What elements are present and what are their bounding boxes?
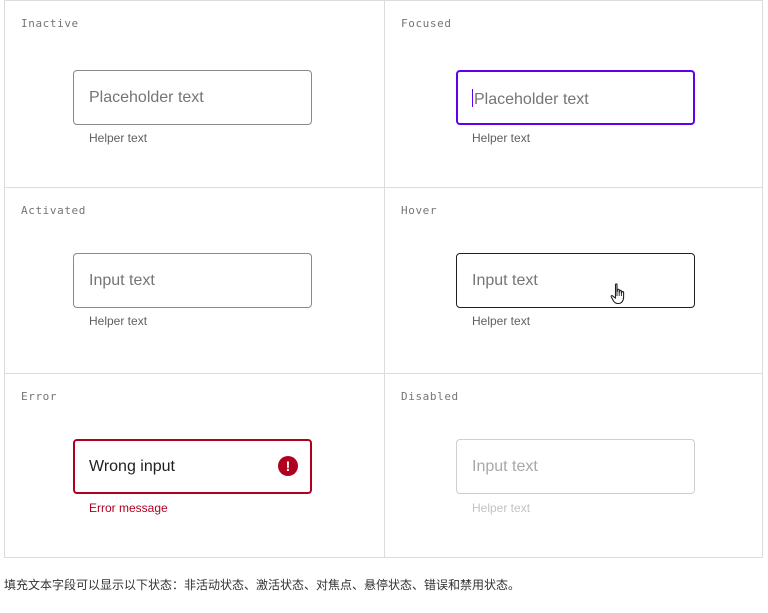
helper-text-hover: Helper text — [472, 314, 531, 328]
helper-text-activated: Helper text — [89, 314, 148, 328]
cell-inactive: Inactive Placeholder text Helper text — [5, 1, 384, 187]
state-label-error: Error — [21, 390, 58, 403]
text-field-inactive[interactable]: Placeholder text — [73, 70, 312, 125]
field-input-text: Input text — [89, 272, 155, 289]
cell-error: Error Wrong input ! Error message — [5, 374, 384, 558]
field-placeholder: Placeholder text — [89, 89, 204, 106]
text-field-error[interactable]: Wrong input ! — [73, 439, 312, 494]
state-label-activated: Activated — [21, 204, 87, 217]
cell-activated: Activated Input text Helper text — [5, 188, 384, 373]
field-input-text: Wrong input — [89, 458, 175, 475]
field-input-text: Input text — [472, 458, 538, 475]
helper-text-inactive: Helper text — [89, 131, 148, 145]
state-label-focused: Focused — [401, 17, 452, 30]
error-icon: ! — [278, 456, 298, 476]
hand-pointer-icon — [610, 283, 625, 305]
state-label-inactive: Inactive — [21, 17, 79, 30]
cell-focused: Focused Placeholder text Helper text — [385, 1, 764, 187]
figure-caption: 填充文本字段可以显示以下状态：非活动状态、激活状态、对焦点、悬停状态、错误和禁用… — [4, 578, 521, 592]
text-field-disabled: Input text — [456, 439, 695, 494]
field-placeholder-text: Placeholder text — [474, 91, 589, 108]
text-caret — [472, 89, 473, 107]
text-field-activated[interactable]: Input text — [73, 253, 312, 308]
helper-text-focused: Helper text — [472, 131, 531, 145]
field-input-text: Input text — [472, 272, 538, 289]
text-field-hover[interactable]: Input text — [456, 253, 695, 308]
state-label-disabled: Disabled — [401, 390, 459, 403]
field-placeholder: Placeholder text — [472, 89, 589, 109]
helper-text-disabled: Helper text — [472, 501, 531, 515]
cell-disabled: Disabled Input text Helper text — [385, 374, 764, 558]
text-field-focused[interactable]: Placeholder text — [456, 70, 695, 125]
states-grid: Inactive Placeholder text Helper text Fo… — [4, 0, 763, 558]
cell-hover: Hover Input text Helper text — [385, 188, 764, 373]
state-label-hover: Hover — [401, 204, 438, 217]
error-message: Error message — [89, 501, 168, 515]
